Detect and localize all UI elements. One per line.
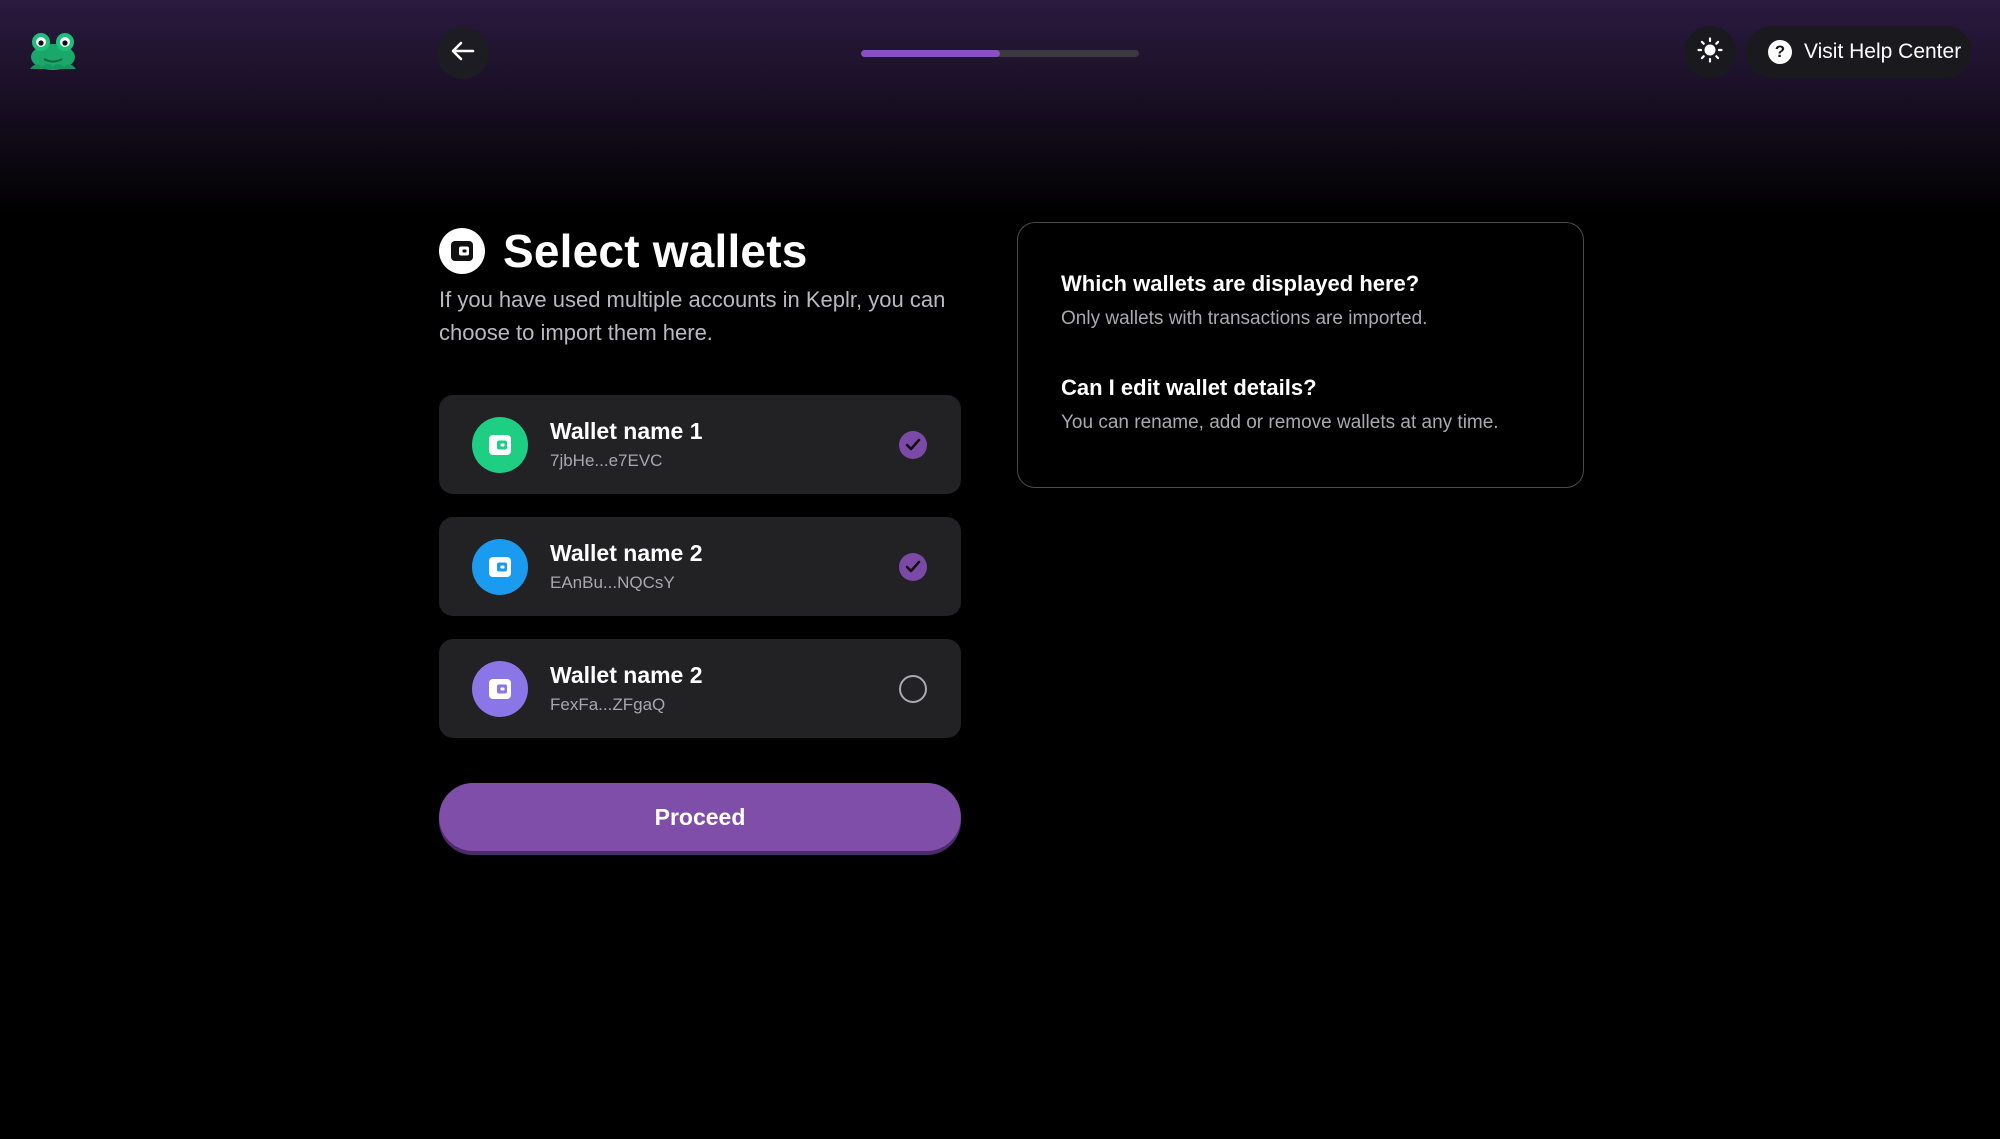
checkmark-icon	[905, 560, 921, 573]
checkmark-icon	[905, 438, 921, 451]
wallet-icon	[489, 678, 511, 699]
wallet-list: Wallet name 1 7jbHe...e7EVC Wallet name …	[439, 395, 961, 761]
progress-bar	[861, 50, 1139, 57]
page-title: Select wallets	[503, 225, 808, 277]
proceed-button[interactable]: Proceed	[439, 783, 961, 851]
wallet-icon	[489, 434, 511, 455]
faq-question: Which wallets are displayed here?	[1061, 271, 1420, 296]
wallet-address: 7jbHe...e7EVC	[550, 451, 663, 470]
faq-question: Can I edit wallet details?	[1061, 375, 1317, 400]
progress-fill	[861, 50, 1000, 57]
wallet-item-3[interactable]: Wallet name 2 FexFa...ZFgaQ	[439, 639, 961, 738]
help-center-label: Visit Help Center	[1804, 40, 1962, 63]
theme-toggle-button[interactable]	[1684, 26, 1736, 78]
wallet-checkbox[interactable]	[899, 674, 927, 703]
page-subtitle: If you have used multiple accounts in Ke…	[439, 287, 946, 345]
wallet-name: Wallet name 1	[550, 418, 703, 444]
wallet-icon	[489, 556, 511, 577]
back-button[interactable]	[437, 27, 489, 79]
wallet-checkbox[interactable]	[899, 552, 927, 581]
wallet-avatar	[472, 538, 528, 595]
wallet-address: FexFa...ZFgaQ	[550, 695, 666, 714]
frog-logo-icon[interactable]	[26, 31, 80, 71]
wallet-item-1[interactable]: Wallet name 1 7jbHe...e7EVC	[439, 395, 961, 494]
wallet-name: Wallet name 2	[550, 540, 703, 566]
sun-icon	[1697, 36, 1723, 68]
faq-answer: You can rename, add or remove wallets at…	[1061, 412, 1499, 433]
arrow-left-icon	[451, 41, 475, 66]
question-circle-icon: ?	[1768, 40, 1792, 64]
faq-answer: Only wallets with transactions are impor…	[1061, 308, 1428, 329]
wallet-address: EAnBu...NQCsY	[550, 573, 675, 592]
wallet-avatar	[472, 660, 528, 717]
title-row: Select wallets	[439, 224, 808, 278]
wallet-name: Wallet name 2	[550, 662, 703, 688]
onboarding-page: ? Visit Help Center Select wallets If yo…	[0, 0, 2000, 1139]
wallet-avatar	[472, 416, 528, 473]
help-center-button[interactable]: ? Visit Help Center	[1746, 26, 1972, 78]
wallet-item-2[interactable]: Wallet name 2 EAnBu...NQCsY	[439, 517, 961, 616]
faq-item: Can I edit wallet details? You can renam…	[1061, 375, 1541, 434]
wallet-checkbox[interactable]	[899, 430, 927, 459]
wallet-icon	[439, 228, 485, 274]
faq-item: Which wallets are displayed here? Only w…	[1061, 271, 1541, 330]
faq-panel: Which wallets are displayed here? Only w…	[1017, 222, 1584, 488]
